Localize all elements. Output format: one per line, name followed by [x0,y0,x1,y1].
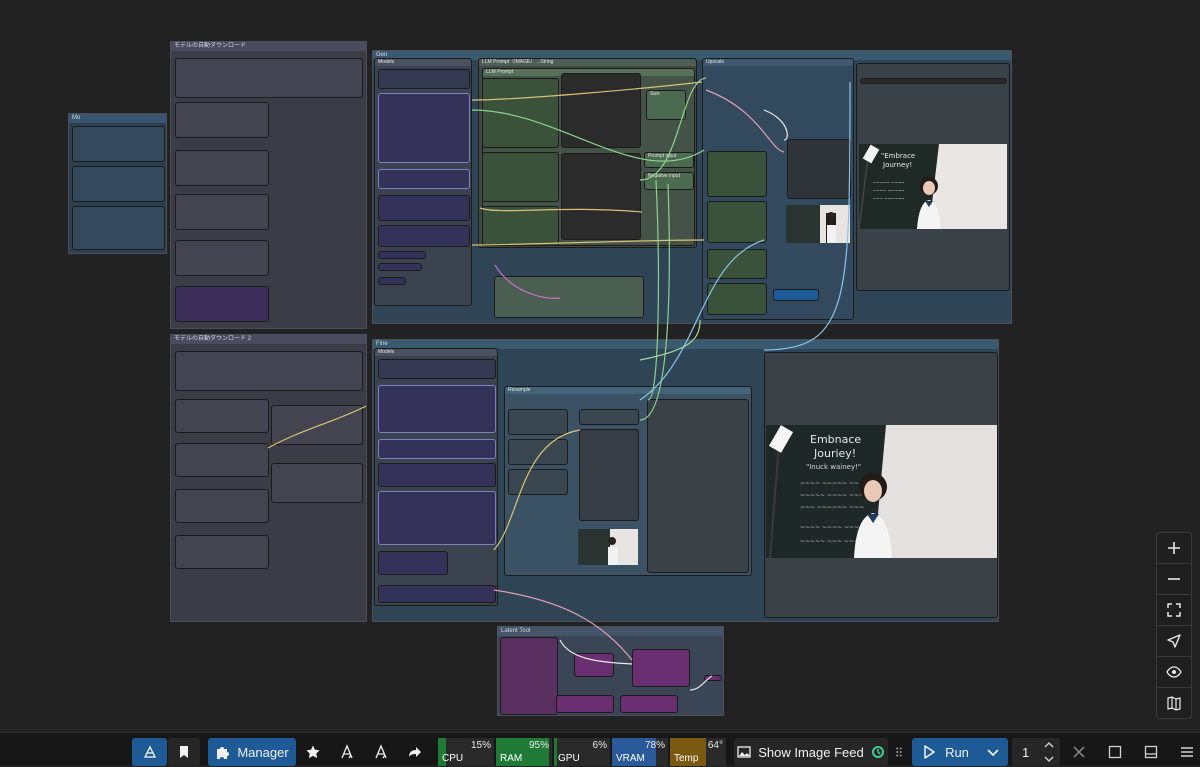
eye-icon [1166,666,1182,678]
manager-label: Manager [237,744,289,760]
show-image-feed-button[interactable]: Show Image Feed [734,738,888,766]
minimap-button[interactable] [1157,688,1191,718]
image-feed-label: Show Image Feed [758,744,864,760]
run-label: Run [945,744,969,760]
refresh-icon [871,746,884,758]
fit-view-icon [1167,603,1181,617]
fit-view-button[interactable] [1157,595,1191,626]
model-tool-icon [341,744,353,759]
puzzle-icon [217,747,230,759]
play-icon [924,745,935,759]
model-tool-button-1[interactable] [332,738,362,766]
manager-button[interactable]: Manager [208,738,296,766]
ram-meter-label: RAM [500,753,523,764]
batch-count-value: 1 [1022,744,1030,760]
drag-handle[interactable] [892,738,906,766]
vram-meter: VRAM 78% [612,738,668,766]
node-graph-canvas[interactable]: Mo モデルの自動ダウンロード モデルの自動ダウンロード 2 Gen Model… [0,0,1200,732]
toggle-panel-button[interactable] [1138,738,1164,766]
menu-button[interactable] [1174,738,1200,766]
temp-meter: Temp 64° [670,738,726,766]
cancel-button[interactable] [1066,738,1092,766]
zoom-in-button[interactable] [1157,533,1191,564]
square-icon [1108,745,1122,759]
connection-wires [267,77,851,691]
close-icon [1073,746,1085,758]
chevron-down-icon [1044,756,1054,763]
temp-meter-value: 64° [707,740,723,751]
toggle-visibility-button[interactable] [1157,657,1191,688]
bookmark-icon [180,746,188,758]
ram-meter: RAM 95% [496,738,552,766]
bottom-panel-icon [1144,745,1158,759]
drag-handle-icon [896,747,902,757]
ram-meter-value: 95% [528,740,549,751]
run-button[interactable]: Run [912,738,978,766]
share-arrow-icon [409,747,421,757]
zoom-out-button[interactable] [1157,564,1191,595]
hamburger-menu-icon [1181,747,1193,757]
star-icon [306,745,320,759]
gpu-meter-value: 6% [592,740,607,751]
model-tool-button-2[interactable] [366,738,396,766]
batch-increment-button[interactable] [1040,738,1058,752]
vram-meter-label: VRAM [616,753,645,764]
image-icon [737,746,751,758]
minus-icon [1168,578,1180,580]
plus-icon [1168,542,1180,554]
share-button[interactable] [400,738,430,766]
cpu-meter: CPU 15% [438,738,494,766]
locate-button[interactable] [1157,626,1191,657]
gpu-meter-fill [554,738,558,766]
bookmark-button[interactable] [168,738,200,766]
run-options-dropdown[interactable] [978,738,1008,766]
cpu-meter-label: CPU [442,753,464,764]
model-tool-icon [375,744,387,759]
comfy-logo-icon [143,745,156,758]
vram-meter-value: 78% [644,740,665,751]
comfy-logo-button[interactable] [132,738,167,766]
navigation-arrow-icon [1167,634,1181,648]
chevron-down-icon [987,749,999,757]
focus-mode-button[interactable] [1102,738,1128,766]
gpu-meter: GPU 6% [554,738,610,766]
map-icon [1167,696,1181,711]
favorites-button[interactable] [298,738,328,766]
gpu-meter-label: GPU [558,753,580,764]
bottom-toolbar: Manager CPU 15% RAM 95% GPU 6% VRAM 78% … [0,732,1200,766]
canvas-controls [1156,532,1192,719]
cpu-meter-value: 15% [470,740,491,751]
temp-meter-label: Temp [674,753,699,764]
